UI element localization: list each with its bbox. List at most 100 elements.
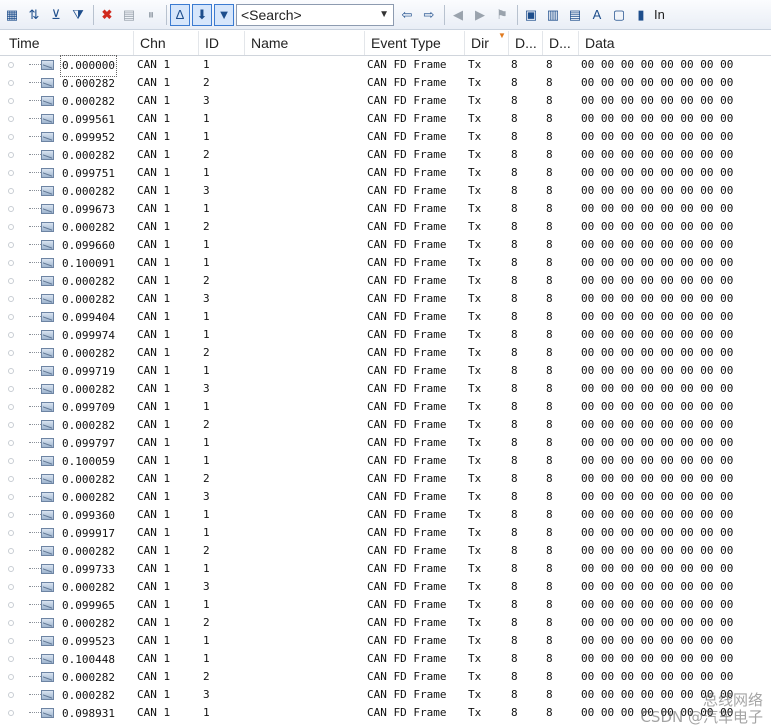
table-row[interactable]: 0.000282 CAN 1 3 CAN FD Frame Tx 8 8 00 00 00 0…: [0, 488, 771, 506]
scroll-lock-icon[interactable]: ⬇: [192, 3, 212, 26]
time-mode-icon[interactable]: Δ: [170, 3, 190, 26]
table-row[interactable]: 0.000282 CAN 1 2 CAN FD Frame Tx 8 8 00 00 00 0…: [0, 272, 771, 290]
filter-icon[interactable]: ⊻: [46, 4, 66, 26]
layout-icon[interactable]: ▥: [543, 4, 563, 26]
find-next-icon[interactable]: ⇨: [419, 4, 439, 26]
row-bullet-icon: [8, 386, 14, 392]
table-row[interactable]: 0.000282 CAN 1 2 CAN FD Frame Tx 8 8 00 00 00 0…: [0, 416, 771, 434]
cell-time: 0.000282: [62, 617, 115, 630]
cell-chn: CAN 1: [137, 130, 171, 143]
table-row[interactable]: 0.000282 CAN 1 3 CAN FD Frame Tx 8 8 00 00 00 0…: [0, 290, 771, 308]
header-dlc[interactable]: D...: [509, 31, 543, 55]
table-row[interactable]: 0.000282 CAN 1 3 CAN FD Frame Tx 8 8 00 00 00 0…: [0, 92, 771, 110]
cell-time: 0.100091: [62, 257, 115, 270]
window-icon[interactable]: ▣: [521, 4, 541, 26]
header-data-length[interactable]: D...: [543, 31, 579, 55]
find-previous-icon[interactable]: ⇦: [397, 4, 417, 26]
cell-dir: Tx: [468, 292, 482, 305]
header-id[interactable]: ID: [199, 31, 245, 55]
header-time[interactable]: Time: [3, 31, 134, 55]
table-row[interactable]: 0.099797 CAN 1 1 CAN FD Frame Tx 8 8 00 00 00 0…: [0, 434, 771, 452]
search-input[interactable]: <Search> ▼: [236, 3, 394, 26]
message-frame-icon: [41, 186, 54, 196]
color-icon[interactable]: ▢: [609, 4, 629, 26]
table-row[interactable]: 0.099952 CAN 1 1 CAN FD Frame Tx 8 8 00 00 00 0…: [0, 128, 771, 146]
cell-dlc: 8: [511, 688, 518, 701]
table-row[interactable]: 0.000282 CAN 1 3 CAN FD Frame Tx 8 8 00 00 00 0…: [0, 380, 771, 398]
table-row[interactable]: 0.000282 CAN 1 3 CAN FD Frame Tx 8 8 00 00 00 0…: [0, 182, 771, 200]
sort-time-icon[interactable]: ⇅: [24, 4, 44, 26]
cell-id: 3: [203, 382, 210, 395]
row-bullet-icon: [8, 404, 14, 410]
table-row[interactable]: 0.000282 CAN 1 3 CAN FD Frame Tx 8 8 00 00 00 0…: [0, 578, 771, 596]
header-chn[interactable]: Chn: [134, 31, 199, 55]
cell-data: 00 00 00 00 00 00 00 00: [581, 598, 734, 611]
pause-icon[interactable]: ⏸: [141, 4, 161, 26]
table-row[interactable]: 0.100091 CAN 1 1 CAN FD Frame Tx 8 8 00 00 00 0…: [0, 254, 771, 272]
table-row[interactable]: 0.099974 CAN 1 1 CAN FD Frame Tx 8 8 00 00 00 0…: [0, 326, 771, 344]
header-data[interactable]: Data: [579, 31, 771, 55]
cell-event-type: CAN FD Frame: [367, 652, 447, 665]
cell-dlc: 8: [511, 436, 518, 449]
table-row[interactable]: 0.100448 CAN 1 1 CAN FD Frame Tx 8 8 00 00 00 0…: [0, 650, 771, 668]
table-row[interactable]: 0.000282 CAN 1 2 CAN FD Frame Tx 8 8 00 00 00 0…: [0, 470, 771, 488]
table-row[interactable]: 0.099660 CAN 1 1 CAN FD Frame Tx 8 8 00 00 00 0…: [0, 236, 771, 254]
table-row[interactable]: 0.099965 CAN 1 1 CAN FD Frame Tx 8 8 00 00 00 0…: [0, 596, 771, 614]
table-row[interactable]: 0.000282 CAN 1 2 CAN FD Frame Tx 8 8 00 00 00 0…: [0, 344, 771, 362]
table-row[interactable]: 0.099709 CAN 1 1 CAN FD Frame Tx 8 8 00 00 00 0…: [0, 398, 771, 416]
toolbar-separator: [166, 4, 167, 25]
table-row[interactable]: 0.000282 CAN 1 2 CAN FD Frame Tx 8 8 00 00 00 0…: [0, 668, 771, 686]
table-row[interactable]: 0.100059 CAN 1 1 CAN FD Frame Tx 8 8 00 00 00 0…: [0, 452, 771, 470]
cell-time: 0.000282: [62, 671, 115, 684]
cell-dir: Tx: [468, 220, 482, 233]
table-row[interactable]: 0.099673 CAN 1 1 CAN FD Frame Tx 8 8 00 00 00 0…: [0, 200, 771, 218]
marker-icon[interactable]: ⚑: [492, 4, 512, 26]
row-bullet-icon: [8, 584, 14, 590]
grid-icon[interactable]: ▤: [565, 4, 585, 26]
cell-data: 00 00 00 00 00 00 00 00: [581, 202, 734, 215]
table-row[interactable]: 0.000282 CAN 1 2 CAN FD Frame Tx 8 8 00 00 00 0…: [0, 146, 771, 164]
header-event-type[interactable]: Event Type: [365, 31, 465, 55]
columns-icon[interactable]: ▦: [2, 4, 22, 26]
table-row[interactable]: 0.000282 CAN 1 2 CAN FD Frame Tx 8 8 00 00 00 0…: [0, 614, 771, 632]
cell-chn: CAN 1: [137, 472, 171, 485]
cell-chn: CAN 1: [137, 238, 171, 251]
header-name[interactable]: Name: [245, 31, 365, 55]
table-row[interactable]: 0.099719 CAN 1 1 CAN FD Frame Tx 8 8 00 00 00 0…: [0, 362, 771, 380]
cell-data: 00 00 00 00 00 00 00 00: [581, 418, 734, 431]
clear-icon[interactable]: ▤: [119, 4, 139, 26]
font-icon[interactable]: A: [587, 4, 607, 26]
table-row[interactable]: 0.099404 CAN 1 1 CAN FD Frame Tx 8 8 00 00 00 0…: [0, 308, 771, 326]
cell-data: 00 00 00 00 00 00 00 00: [581, 634, 734, 647]
chevron-down-icon[interactable]: ▼: [379, 9, 389, 20]
table-row[interactable]: 0.099561 CAN 1 1 CAN FD Frame Tx 8 8 00 00 00 0…: [0, 110, 771, 128]
cell-dir: Tx: [468, 58, 482, 71]
filter-advanced-icon[interactable]: ⧩: [68, 4, 88, 26]
back-icon[interactable]: ◀: [448, 4, 468, 26]
row-bullet-icon: [8, 656, 14, 662]
table-row[interactable]: 0.000282 CAN 1 2 CAN FD Frame Tx 8 8 00 00 00 0…: [0, 74, 771, 92]
toolbar-separator: [93, 4, 94, 25]
table-row[interactable]: 0.099917 CAN 1 1 CAN FD Frame Tx 8 8 00 00 00 0…: [0, 524, 771, 542]
table-row[interactable]: 0.000282 CAN 1 2 CAN FD Frame Tx 8 8 00 00 00 0…: [0, 218, 771, 236]
cell-chn: CAN 1: [137, 562, 171, 575]
cell-time: 0.000282: [62, 383, 115, 396]
table-row[interactable]: 0.000000 CAN 1 1 CAN FD Frame Tx 8 8 00 00 00 0…: [0, 55, 771, 77]
insert-label[interactable]: In: [654, 7, 665, 22]
table-row[interactable]: 0.099751 CAN 1 1 CAN FD Frame Tx 8 8 00 00 00 0…: [0, 164, 771, 182]
tree-line: [29, 640, 41, 641]
table-row[interactable]: 0.000282 CAN 1 2 CAN FD Frame Tx 8 8 00 00 00 0…: [0, 542, 771, 560]
delete-icon[interactable]: ✖: [97, 4, 117, 26]
table-row[interactable]: 0.099733 CAN 1 1 CAN FD Frame Tx 8 8 00 00 00 0…: [0, 560, 771, 578]
insert-icon[interactable]: ▮: [631, 4, 651, 26]
forward-icon[interactable]: ▶: [470, 4, 490, 26]
table-row[interactable]: 0.099523 CAN 1 1 CAN FD Frame Tx 8 8 00 00 00 0…: [0, 632, 771, 650]
cell-chn: CAN 1: [137, 310, 171, 323]
cell-time: 0.099561: [62, 113, 115, 126]
cell-id: 1: [203, 256, 210, 269]
display-filter-icon[interactable]: ▼: [214, 3, 234, 26]
cell-data-length: 8: [546, 472, 553, 485]
cell-dir: Tx: [468, 364, 482, 377]
table-row[interactable]: 0.099360 CAN 1 1 CAN FD Frame Tx 8 8 00 00 00 0…: [0, 506, 771, 524]
row-bullet-icon: [8, 260, 14, 266]
